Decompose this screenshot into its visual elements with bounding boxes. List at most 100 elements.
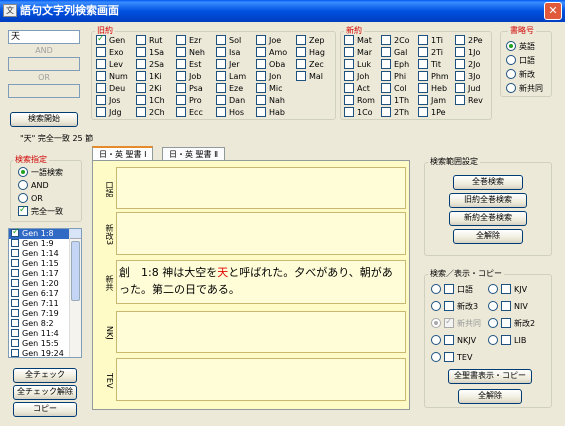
checkbox[interactable] [455,58,465,69]
scroll-thumb[interactable] [71,241,80,301]
display-radio[interactable] [488,300,498,311]
radio[interactable] [506,40,516,51]
list-item-checkbox[interactable] [11,349,19,357]
or-input[interactable] [8,84,80,98]
checkbox[interactable] [381,58,391,69]
checkbox[interactable] [256,46,266,57]
exact-match-option[interactable]: 完全一致 [18,204,63,218]
checkbox[interactable] [176,70,186,81]
nt-book-1pe[interactable]: 1Pe [418,106,446,119]
checkbox[interactable] [455,94,465,105]
display-radio[interactable] [488,317,498,328]
radio[interactable] [18,166,28,177]
radio[interactable] [506,82,516,93]
display-option[interactable]: 口語 [431,283,473,296]
show-copy-all-button[interactable]: 全聖書表示・コピー [448,369,532,384]
list-item-checkbox[interactable] [11,309,19,317]
ot-book-lev[interactable]: Lev [96,58,123,71]
exact-match-checkbox[interactable] [18,204,28,216]
nt-book-1jo[interactable]: 1Jo [455,46,480,59]
checkbox[interactable] [96,58,106,69]
display-radio[interactable] [488,283,498,294]
tab-bible-1[interactable]: 日・英 聖書 Ⅰ [92,146,154,160]
display-option[interactable]: LIB [488,334,526,347]
all-books-search-button[interactable]: 全巻検索 [453,175,523,190]
ot-book-job[interactable]: Job [176,70,201,83]
radio[interactable] [18,192,28,203]
ot-book-hab[interactable]: Hab [256,106,285,119]
checkbox[interactable] [418,34,428,45]
ot-book-oba[interactable]: Oba [256,58,285,71]
checkbox[interactable] [216,82,226,93]
abbrev-option[interactable]: 口語 [506,54,535,67]
verse-text-box[interactable]: 創 1:8 神は大空を天と呼ばれた。夕べがあり、朝があった。第二の日である。 [116,260,406,304]
ot-book-exo[interactable]: Exo [96,46,123,59]
ot-book-dan[interactable]: Dan [216,94,245,107]
checkbox[interactable] [455,70,465,81]
list-item-checkbox[interactable] [11,259,19,267]
checkbox[interactable] [344,82,354,93]
nt-book-1co[interactable]: 1Co [344,106,373,119]
ot-book-eze[interactable]: Eze [216,82,243,95]
list-item-checkbox[interactable] [11,329,19,337]
display-radio[interactable] [431,317,441,328]
display-clear-button[interactable]: 全解除 [458,389,522,404]
checkbox[interactable] [136,94,146,105]
ot-book-mal[interactable]: Mal [296,70,323,83]
list-item-checkbox[interactable] [11,239,19,247]
display-radio[interactable] [431,300,441,311]
ot-book-hag[interactable]: Hag [296,46,325,59]
nt-all-search-button[interactable]: 新約全巻検索 [449,211,527,226]
abbrev-option[interactable]: 新共同 [506,82,543,95]
ot-book-nah[interactable]: Nah [256,94,285,107]
display-checkbox[interactable] [444,351,454,362]
list-item-checkbox[interactable] [11,299,19,307]
list-item-checkbox[interactable] [11,227,20,237]
and-input[interactable] [8,57,80,71]
ot-book-sol[interactable]: Sol [216,34,241,47]
display-checkbox[interactable] [444,283,454,294]
checkbox[interactable] [418,106,428,117]
checkbox[interactable] [216,34,226,45]
checkbox[interactable] [96,94,106,105]
checkbox[interactable] [344,70,354,81]
checkbox[interactable] [136,70,146,81]
list-item-checkbox[interactable] [11,339,19,347]
list-item-checkbox[interactable] [11,269,19,277]
nt-book-2co[interactable]: 2Co [381,34,410,47]
nt-book-3jo[interactable]: 3Jo [455,70,480,83]
nt-book-tit[interactable]: Tit [418,58,441,71]
ot-book-mic[interactable]: Mic [256,82,283,95]
display-checkbox[interactable] [444,334,454,345]
nt-book-rev[interactable]: Rev [455,94,483,107]
ot-book-1ch[interactable]: 1Ch [136,94,165,107]
nt-book-mat[interactable]: Mat [344,34,372,47]
ot-book-hos[interactable]: Hos [216,106,244,119]
ot-book-num[interactable]: Num [96,70,128,83]
ot-book-jer[interactable]: Jer [216,58,240,71]
checkbox[interactable] [216,70,226,81]
display-option[interactable]: 新共同 [431,316,481,330]
nt-book-col[interactable]: Col [381,82,407,95]
checkbox[interactable] [344,58,354,69]
checkbox[interactable] [136,46,146,57]
nt-book-rom[interactable]: Rom [344,94,375,107]
checkbox[interactable] [455,82,465,93]
display-checkbox[interactable] [444,316,454,328]
display-option[interactable]: 新改3 [431,300,478,313]
display-option[interactable]: TEV [431,351,472,364]
ot-book-gen[interactable]: Gen [96,33,125,47]
checkbox[interactable] [381,82,391,93]
ot-book-2ki[interactable]: 2Ki [136,82,162,95]
ot-book-amo[interactable]: Amo [256,46,287,59]
nt-book-2ti[interactable]: 2Ti [418,46,443,59]
checkbox[interactable] [381,94,391,105]
checkbox[interactable] [176,94,186,105]
nt-book-act[interactable]: Act [344,82,370,95]
nt-book-2jo[interactable]: 2Jo [455,58,480,71]
ot-book-jon[interactable]: Jon [256,70,281,83]
display-option[interactable]: KJV [488,283,527,296]
ot-book-est[interactable]: Est [176,58,201,71]
checkbox[interactable] [455,34,465,45]
ot-book-1ki[interactable]: 1Ki [136,70,162,83]
